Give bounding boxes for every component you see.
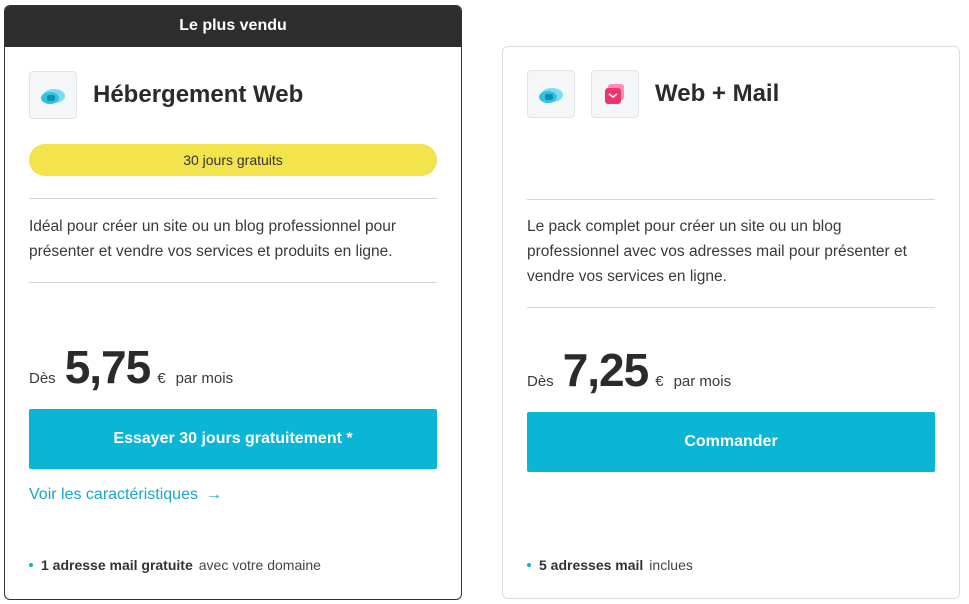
plan-title: Web + Mail — [655, 80, 780, 107]
plan-description: Idéal pour créer un site ou un blog prof… — [29, 218, 397, 260]
feature-item: 1 adresse mail gratuite avec votre domai… — [29, 557, 321, 573]
price-currency: € — [655, 373, 664, 390]
divider — [29, 282, 437, 283]
product-icon-box — [527, 70, 575, 118]
plan-header: Hébergement Web — [29, 71, 303, 119]
plan-header: Web + Mail — [527, 70, 779, 118]
free-trial-badge: 30 jours gratuits — [29, 144, 437, 176]
cloud-icon — [41, 89, 65, 104]
bullet-icon — [527, 563, 531, 567]
price-period: par mois — [175, 370, 234, 387]
divider — [527, 199, 935, 200]
see-features-link[interactable]: Voir les caractéristiques → — [29, 486, 222, 504]
feature-rest: avec votre domaine — [198, 557, 321, 573]
plan-card-hebergement-web: Le plus vendu Hébergement Web 30 jours g… — [4, 5, 462, 600]
cloud-icon — [539, 88, 563, 103]
plan-card-web-mail: Web + Mail Le pack complet pour créer un… — [502, 46, 960, 599]
price-from-label: Dès — [29, 370, 56, 387]
arrow-right-icon: → — [205, 486, 222, 503]
price-from-label: Dès — [527, 373, 554, 390]
see-features-label: Voir les caractéristiques — [29, 486, 198, 503]
try-free-button[interactable]: Essayer 30 jours gratuitement * — [29, 409, 437, 469]
divider — [29, 198, 437, 199]
price-amount: 7,25 — [562, 344, 650, 396]
bullet-icon — [29, 563, 33, 567]
order-button[interactable]: Commander — [527, 412, 935, 472]
price-row: Dès 7,25 € par mois — [527, 343, 731, 397]
feature-strong: 1 adresse mail gratuite — [41, 557, 193, 573]
feature-item: 5 adresses mail inclues — [527, 557, 693, 573]
plan-description: Le pack complet pour créer un site ou un… — [527, 218, 907, 285]
price-currency: € — [157, 370, 166, 387]
bestseller-ribbon: Le plus vendu — [5, 6, 461, 47]
price-row: Dès 5,75 € par mois — [29, 340, 233, 394]
feature-strong: 5 adresses mail — [539, 557, 644, 573]
product-icon-box — [29, 71, 77, 119]
divider — [527, 307, 935, 308]
product-icon-box — [591, 70, 639, 118]
feature-rest: inclues — [649, 557, 693, 573]
price-period: par mois — [673, 373, 732, 390]
plan-title: Hébergement Web — [93, 81, 304, 108]
price-amount: 5,75 — [64, 341, 152, 393]
mail-cube-icon — [605, 84, 624, 104]
